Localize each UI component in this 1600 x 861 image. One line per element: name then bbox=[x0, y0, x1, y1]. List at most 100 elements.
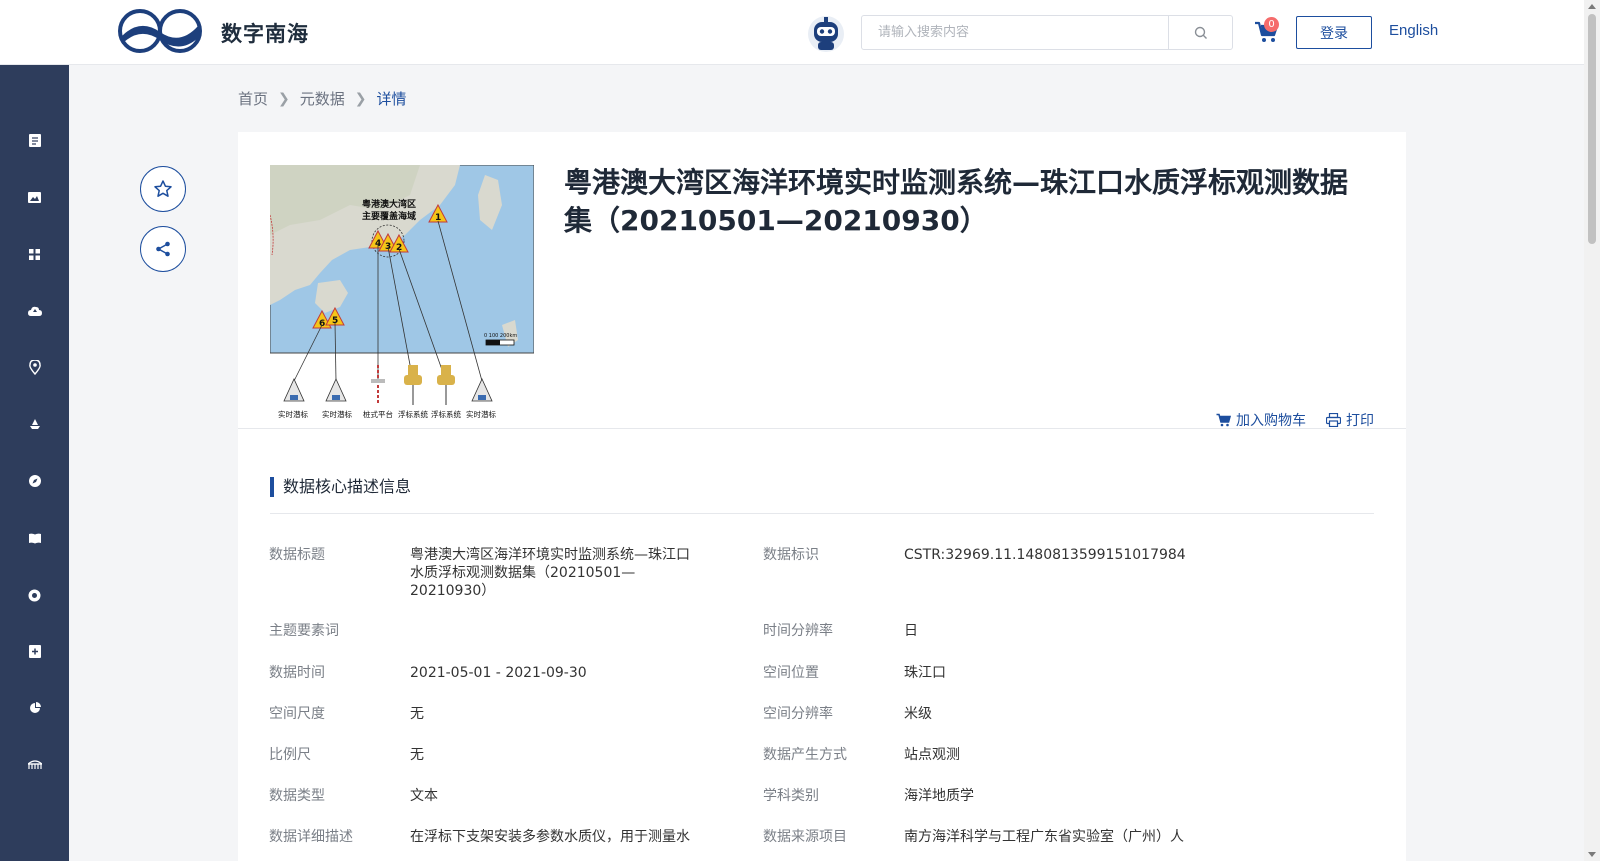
compass-icon bbox=[28, 475, 41, 487]
field-label-spatial-location: 空间位置 bbox=[763, 665, 819, 681]
field-value-data-title-3: 20210930） bbox=[410, 583, 496, 599]
field-value-spatial-scale: 无 bbox=[410, 706, 424, 722]
field-label-data-time: 数据时间 bbox=[269, 665, 325, 681]
scrollbar-thumb[interactable] bbox=[1588, 14, 1596, 244]
field-label-discipline: 学科类别 bbox=[763, 788, 819, 804]
search-input[interactable] bbox=[862, 16, 1168, 49]
ship-icon bbox=[29, 419, 40, 429]
top-header: 数字南海 0 登录 English bbox=[0, 0, 1584, 65]
star-icon bbox=[154, 180, 172, 197]
field-value-spatial-resolution: 米级 bbox=[904, 706, 932, 722]
card-divider bbox=[238, 428, 1406, 429]
breadcrumb: 首页 ❯ 元数据 ❯ 详情 bbox=[238, 88, 407, 109]
image-icon bbox=[28, 191, 41, 203]
field-value-data-type: 文本 bbox=[410, 788, 438, 804]
sidebar-item-upload[interactable] bbox=[0, 291, 69, 331]
logo-icon[interactable] bbox=[118, 8, 202, 54]
field-value-spatial-location: 珠江口 bbox=[904, 665, 946, 681]
sidebar-item-book[interactable] bbox=[0, 518, 69, 558]
station-buoy-system-2 bbox=[437, 365, 455, 405]
cloud-upload-icon bbox=[27, 306, 42, 316]
bridge-icon bbox=[27, 760, 42, 769]
breadcrumb-metadata[interactable]: 元数据 bbox=[300, 88, 345, 109]
grid-icon bbox=[29, 248, 40, 260]
lifebuoy-icon bbox=[28, 589, 41, 601]
field-label-spatial-scale: 空间尺度 bbox=[269, 706, 325, 722]
sidebar-item-bridge[interactable] bbox=[0, 745, 69, 785]
printer-icon bbox=[1326, 413, 1341, 427]
station-subsurface-buoy-1 bbox=[283, 378, 305, 402]
sidebar-item-ship[interactable] bbox=[0, 404, 69, 444]
field-value-source-project: 南方海洋科学与工程广东省实验室（广州）人 bbox=[904, 829, 1184, 845]
sidebar-item-grid[interactable] bbox=[0, 234, 69, 274]
field-label-data-id: 数据标识 bbox=[763, 547, 819, 563]
add-file-icon bbox=[28, 644, 41, 658]
sidebar-item-image[interactable] bbox=[0, 177, 69, 217]
field-label-time-resolution: 时间分辨率 bbox=[763, 623, 833, 639]
breadcrumb-current: 详情 bbox=[376, 90, 407, 108]
dataset-title: 粤港澳大湾区海洋环境实时监测系统—珠江口水质浮标观测数据集（20210501—2… bbox=[564, 166, 1349, 237]
section-divider bbox=[270, 513, 1374, 514]
sidebar-item-lifebuoy[interactable] bbox=[0, 575, 69, 615]
sidebar-item-compass[interactable] bbox=[0, 461, 69, 501]
book-icon bbox=[28, 533, 41, 543]
field-value-data-id: CSTR:32969.11.1480813599151017984 bbox=[904, 547, 1186, 563]
left-sidebar bbox=[0, 65, 69, 861]
station-label-6: 实时潜标 bbox=[466, 409, 496, 419]
language-switch[interactable]: English bbox=[1389, 22, 1438, 39]
station-label-5: 浮标系统 bbox=[431, 409, 461, 419]
field-value-data-time: 2021-05-01 - 2021-09-30 bbox=[410, 665, 587, 681]
sidebar-item-document[interactable] bbox=[0, 120, 69, 160]
pie-chart-icon bbox=[29, 702, 41, 713]
scroll-down-arrow-icon[interactable] bbox=[1588, 852, 1596, 857]
login-button[interactable]: 登录 bbox=[1296, 16, 1372, 49]
map-scale-label: 0 100 200km bbox=[484, 333, 517, 339]
svg-text:6: 6 bbox=[319, 319, 325, 329]
field-value-scale-ratio: 无 bbox=[410, 747, 424, 763]
map-region-label-1: 粤港澳大湾区 bbox=[362, 198, 416, 210]
add-to-cart-label: 加入购物车 bbox=[1236, 413, 1306, 429]
print-button[interactable]: 打印 bbox=[1326, 410, 1374, 430]
field-value-data-title-2: 水质浮标观测数据集（20210501— bbox=[410, 565, 636, 581]
share-icon bbox=[156, 241, 170, 257]
robot-assistant-icon[interactable] bbox=[806, 12, 846, 54]
favorite-button[interactable] bbox=[140, 166, 186, 212]
field-value-discipline: 海洋地质学 bbox=[904, 788, 974, 804]
search-box bbox=[861, 15, 1233, 50]
map-region-label-2: 主要覆盖海域 bbox=[362, 210, 416, 222]
station-buoy-system-1 bbox=[404, 365, 422, 405]
field-value-data-title-1: 粤港澳大湾区海洋环境实时监测系统—珠江口 bbox=[410, 547, 690, 563]
add-to-cart-button[interactable]: 加入购物车 bbox=[1216, 410, 1306, 430]
brand-name[interactable]: 数字南海 bbox=[221, 18, 309, 48]
sidebar-item-location[interactable] bbox=[0, 347, 69, 387]
field-label-generation-method: 数据产生方式 bbox=[763, 747, 847, 763]
station-subsurface-buoy-3 bbox=[471, 378, 493, 402]
dataset-thumbnail-map: 粤港澳大湾区 主要覆盖海域 1 4 3 2 6 5 0 100 200km 实时… bbox=[270, 165, 534, 419]
dataset-card: 粤港澳大湾区 主要覆盖海域 1 4 3 2 6 5 0 100 200km 实时… bbox=[238, 132, 1406, 861]
station-subsurface-buoy-2 bbox=[325, 378, 347, 402]
share-button[interactable] bbox=[140, 226, 186, 272]
print-label: 打印 bbox=[1346, 413, 1374, 429]
cart-count-badge: 0 bbox=[1264, 17, 1279, 32]
field-label-data-type: 数据类型 bbox=[269, 788, 325, 804]
search-icon bbox=[1194, 26, 1207, 39]
sidebar-item-chart[interactable] bbox=[0, 688, 69, 728]
vertical-scrollbar[interactable] bbox=[1584, 0, 1600, 861]
field-label-spatial-resolution: 空间分辨率 bbox=[763, 706, 833, 722]
location-icon bbox=[28, 359, 41, 375]
svg-text:2: 2 bbox=[396, 243, 402, 253]
section-title: 数据核心描述信息 bbox=[270, 477, 411, 497]
field-label-detail-description: 数据详细描述 bbox=[269, 829, 353, 845]
chevron-right-icon: ❯ bbox=[354, 90, 367, 107]
station-pile-platform bbox=[371, 365, 385, 405]
field-label-keywords: 主题要素词 bbox=[269, 623, 339, 639]
station-label-1: 实时潜标 bbox=[278, 409, 308, 419]
search-button[interactable] bbox=[1168, 16, 1232, 49]
breadcrumb-home[interactable]: 首页 bbox=[238, 88, 268, 109]
field-label-data-title: 数据标题 bbox=[269, 547, 325, 563]
field-label-source-project: 数据来源项目 bbox=[763, 829, 847, 845]
sidebar-item-add-file[interactable] bbox=[0, 631, 69, 671]
field-value-generation-method: 站点观测 bbox=[904, 747, 960, 763]
field-label-scale-ratio: 比例尺 bbox=[269, 747, 311, 763]
scroll-up-arrow-icon[interactable] bbox=[1588, 4, 1596, 9]
